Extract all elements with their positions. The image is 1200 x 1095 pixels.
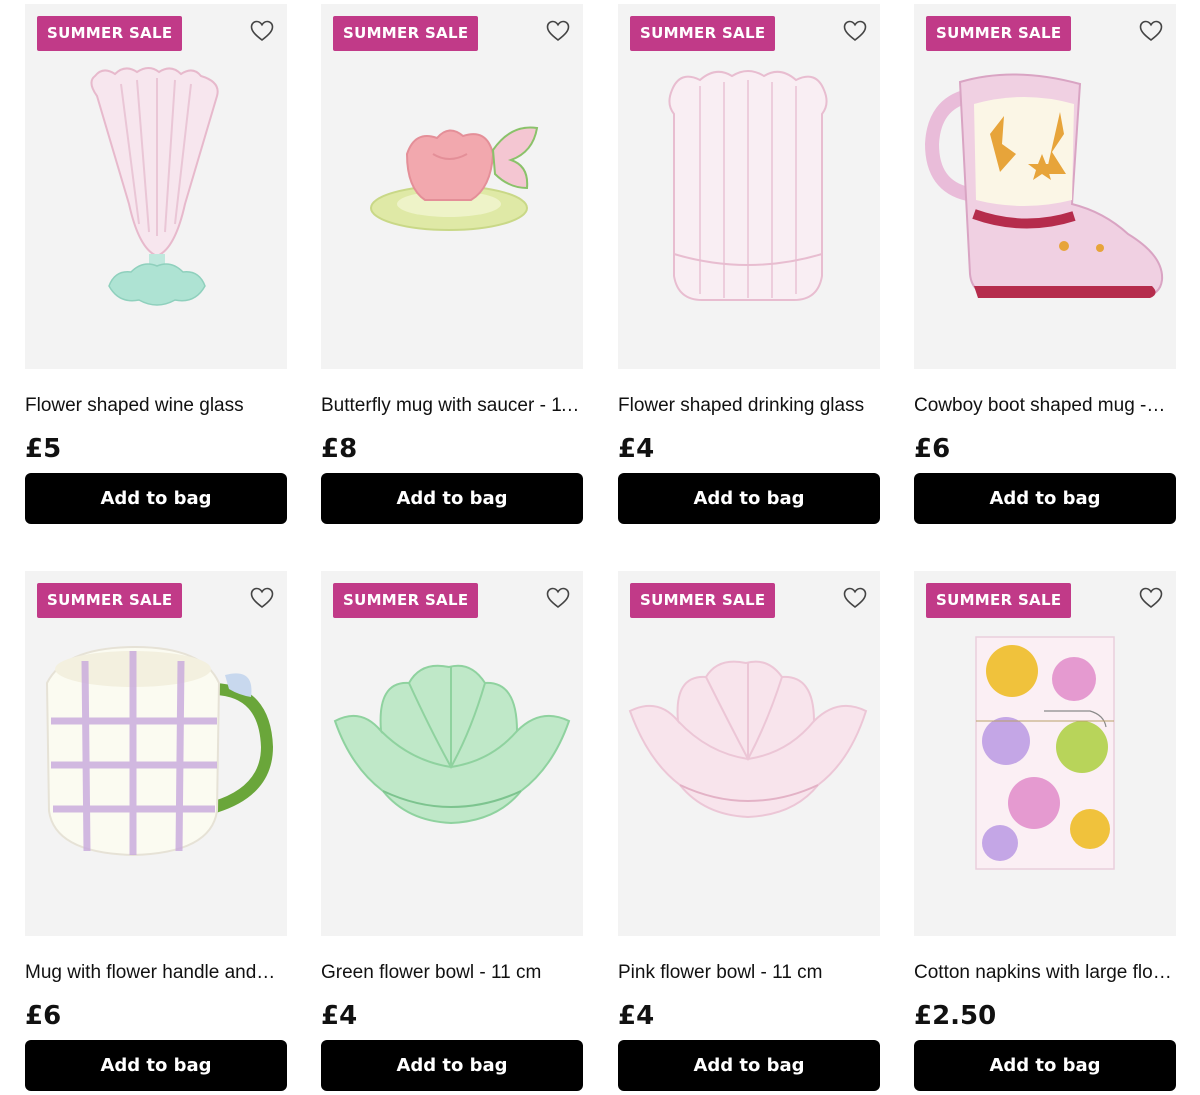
product-price: £6 (914, 434, 951, 464)
add-to-bag-button[interactable]: Add to bag (914, 473, 1176, 524)
product-image-area[interactable]: SUMMER SALE (321, 4, 583, 369)
product-title[interactable]: Butterfly mug with saucer - 11… (321, 394, 583, 418)
product-image (90, 67, 219, 306)
sale-badge: SUMMER SALE (926, 16, 1072, 51)
add-to-bag-button[interactable]: Add to bag (321, 1040, 583, 1091)
heart-outline-icon[interactable] (545, 18, 571, 44)
product-image (333, 664, 571, 825)
add-to-bag-button[interactable]: Add to bag (25, 1040, 287, 1091)
product-image-area[interactable]: SUMMER SALE (25, 571, 287, 936)
sale-badge: SUMMER SALE (926, 583, 1072, 618)
product-title[interactable]: Mug with flower handle and… (25, 961, 287, 985)
product-price: £6 (25, 1001, 62, 1031)
heart-outline-icon[interactable] (249, 18, 275, 44)
add-to-bag-button[interactable]: Add to bag (914, 1040, 1176, 1091)
sale-badge: SUMMER SALE (333, 16, 479, 51)
sale-badge: SUMMER SALE (630, 16, 776, 51)
sale-badge: SUMMER SALE (333, 583, 479, 618)
product-price: £2.50 (914, 1001, 997, 1031)
product-image (370, 126, 539, 231)
product-card: SUMMER SALE Mug with flower handle and… … (25, 571, 287, 1091)
heart-outline-icon[interactable] (1138, 18, 1164, 44)
product-title[interactable]: Flower shaped drinking glass (618, 394, 880, 418)
add-to-bag-button[interactable]: Add to bag (25, 473, 287, 524)
product-title[interactable]: Cotton napkins with large flo… (914, 961, 1176, 985)
product-image-area[interactable]: SUMMER SALE (618, 571, 880, 936)
product-price: £4 (618, 434, 655, 464)
product-price: £4 (321, 1001, 358, 1031)
product-title[interactable]: Pink flower bowl - 11 cm (618, 961, 880, 985)
product-image-area[interactable]: SUMMER SALE (618, 4, 880, 369)
product-image (45, 645, 274, 857)
product-image-area[interactable]: SUMMER SALE (914, 4, 1176, 369)
product-title[interactable]: Cowboy boot shaped mug -… (914, 394, 1176, 418)
product-image-area[interactable]: SUMMER SALE (914, 571, 1176, 936)
add-to-bag-button[interactable]: Add to bag (618, 473, 880, 524)
product-card: SUMMER SALE Pink flower bowl - 11 cm £4 … (618, 571, 880, 1091)
product-image-area[interactable]: SUMMER SALE (321, 571, 583, 936)
product-card: SUMMER SALE Flower shaped wine glass £5 … (25, 4, 287, 524)
product-price: £4 (618, 1001, 655, 1031)
add-to-bag-button[interactable]: Add to bag (618, 1040, 880, 1091)
heart-outline-icon[interactable] (249, 585, 275, 611)
heart-outline-icon[interactable] (545, 585, 571, 611)
heart-outline-icon[interactable] (842, 585, 868, 611)
product-card: SUMMER SALE Green flower bowl - 11 cm £4… (321, 571, 583, 1091)
heart-outline-icon[interactable] (842, 18, 868, 44)
product-card: SUMMER SALE Butterfly mug with saucer - … (321, 4, 583, 524)
product-title[interactable]: Flower shaped wine glass (25, 394, 287, 418)
product-image-area[interactable]: SUMMER SALE (25, 4, 287, 369)
product-card: SUMMER SALE Flower shaped drinking glass… (618, 4, 880, 524)
sale-badge: SUMMER SALE (37, 16, 183, 51)
sale-badge: SUMMER SALE (630, 583, 776, 618)
add-to-bag-button[interactable]: Add to bag (321, 473, 583, 524)
product-card: SUMMER SALE Cotton napkins with large fl… (914, 571, 1176, 1091)
product-image (668, 70, 828, 301)
product-image (628, 660, 868, 819)
product-card: SUMMER SALE Cowboy boot shaped mug -… £6… (914, 4, 1176, 524)
product-price: £5 (25, 434, 62, 464)
product-title[interactable]: Green flower bowl - 11 cm (321, 961, 583, 985)
product-image (975, 636, 1115, 870)
sale-badge: SUMMER SALE (37, 583, 183, 618)
product-price: £8 (321, 434, 358, 464)
heart-outline-icon[interactable] (1138, 585, 1164, 611)
product-image (924, 73, 1164, 298)
